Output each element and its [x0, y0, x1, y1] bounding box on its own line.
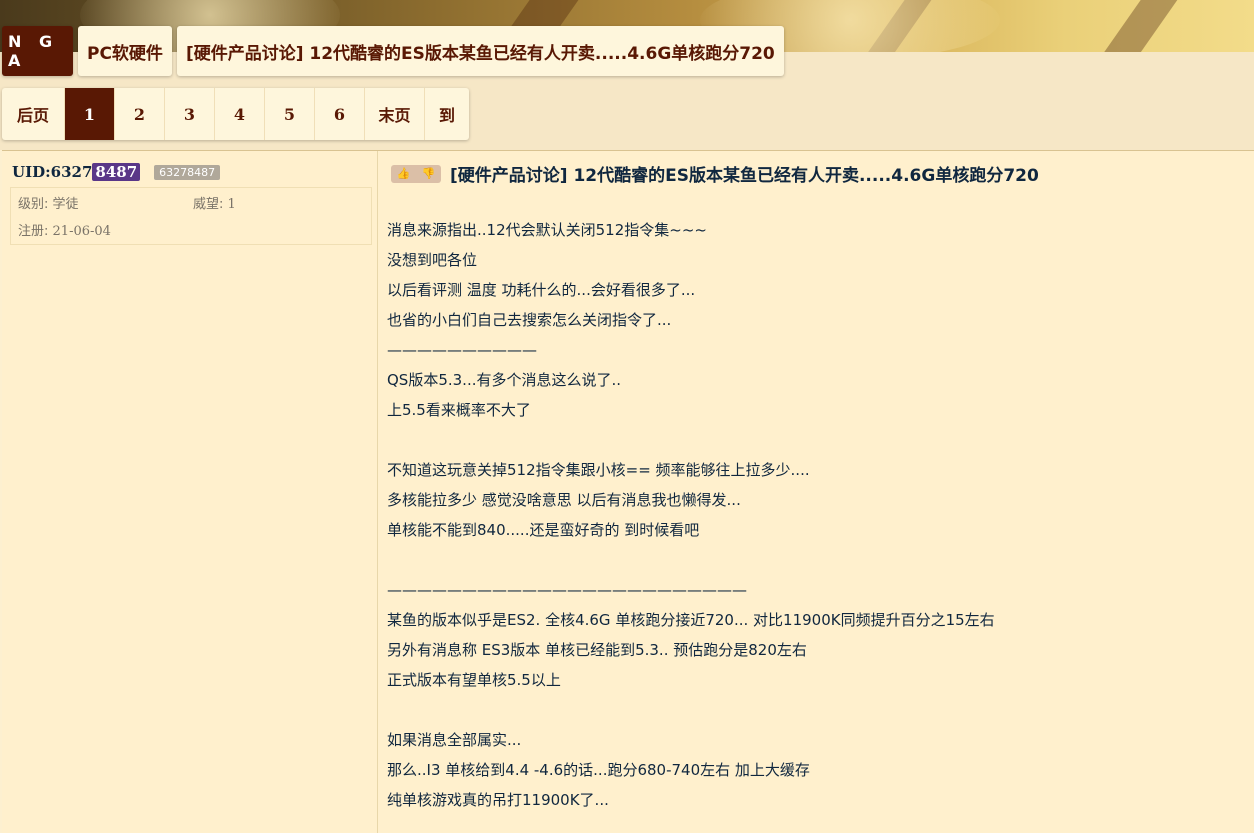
content-line: QS版本5.3...有多个消息这么说了..: [387, 371, 622, 389]
content-line: 纯单核游戏真的吊打11900K了...: [387, 791, 609, 809]
content-line: 以后看评测 温度 功耗什么的...会好看很多了...: [387, 281, 696, 299]
content-line: 多核能拉多少 感觉没啥意思 以后有消息我也懒得发...: [387, 491, 741, 509]
content-line: 正式版本有望单核5.5以上: [387, 671, 561, 689]
pager-page-3[interactable]: 3: [165, 88, 215, 140]
content-line: 另外有消息称 ES3版本 单核已经能到5.3.. 预估跑分是820左右: [387, 641, 807, 659]
pager-page-1[interactable]: 1: [65, 88, 115, 140]
pager-last-button[interactable]: 末页: [365, 88, 425, 140]
content-line: 上5.5看来概率不大了: [387, 401, 531, 419]
vote-buttons: 👍 👎: [391, 164, 441, 183]
pager-page-2[interactable]: 2: [115, 88, 165, 140]
prestige-label: 威望:: [193, 197, 224, 212]
content-line: 单核能不能到840.....还是蛮好奇的 到时候看吧: [387, 521, 700, 539]
user-register-date: 注册: 21-06-04: [18, 220, 111, 239]
pager-page-4[interactable]: 4: [215, 88, 265, 140]
pager-goto-button[interactable]: 到: [425, 88, 469, 140]
uid-badge: 63278487: [154, 164, 221, 180]
content-line: 那么..I3 单核给到4.4 -4.6的话...跑分680-740左右 加上大缓…: [387, 761, 810, 779]
breadcrumb-thread-link[interactable]: [硬件产品讨论] 12代酷睿的ES版本某鱼已经有人开卖.....4.6G单核跑分…: [176, 26, 784, 76]
user-uid[interactable]: UID:6327 8487 63278487: [12, 163, 221, 181]
pager-page-6[interactable]: 6: [315, 88, 365, 140]
user-level: 级别: 学徒: [18, 193, 79, 212]
register-label: 注册:: [18, 224, 49, 239]
level-label: 级别:: [18, 197, 49, 212]
user-stats: 级别: 学徒 威望: 1 注册: 21-06-04: [10, 187, 372, 245]
pager-prev-button[interactable]: 后页: [2, 88, 65, 140]
content-line: 也省的小白们自己去搜索怎么关闭指令了...: [387, 311, 672, 329]
content-line: [387, 545, 1247, 575]
content-line: ————————————————————————: [387, 581, 747, 599]
post: UID:6327 8487 63278487 级别: 学徒 威望: 1 注册: 2…: [2, 150, 1254, 833]
content-line: [387, 695, 1247, 725]
content-line: [387, 425, 1247, 455]
level-value: 学徒: [52, 197, 79, 212]
content-line: 不知道这玩意关掉512指令集跟小核== 频率能够往上拉多少....: [387, 461, 810, 479]
post-title: [硬件产品讨论] 12代酷睿的ES版本某鱼已经有人开卖.....4.6G单核跑分…: [450, 166, 1039, 186]
uid-highlight: 8487: [92, 163, 141, 181]
breadcrumb: N G A PC软硬件 [硬件产品讨论] 12代酷睿的ES版本某鱼已经有人开卖.…: [2, 26, 784, 76]
content-line: ——————————: [387, 341, 537, 359]
breadcrumb-forum-link[interactable]: PC软硬件: [78, 26, 172, 76]
content-line: 某鱼的版本似乎是ES2. 全核4.6G 单核跑分接近720... 对比11900…: [387, 611, 995, 629]
thumbs-down-icon[interactable]: 👎: [422, 167, 436, 180]
content-line: 消息来源指出..12代会默认关闭512指令集~~~: [387, 221, 707, 239]
content-line: 如果消息全部属实...: [387, 731, 522, 749]
uid-prefix: UID:6327: [12, 163, 93, 181]
pager-page-5[interactable]: 5: [265, 88, 315, 140]
post-author-panel: UID:6327 8487 63278487 级别: 学徒 威望: 1 注册: 2…: [2, 151, 378, 833]
register-value: 21-06-04: [52, 224, 111, 239]
post-title-row: 👍 👎 [硬件产品讨论] 12代酷睿的ES版本某鱼已经有人开卖.....4.6G…: [391, 161, 1039, 186]
prestige-value: 1: [227, 197, 236, 212]
pagination: 后页 1 2 3 4 5 6 末页 到: [2, 88, 469, 140]
thumbs-up-icon[interactable]: 👍: [397, 167, 411, 180]
nga-logo-link[interactable]: N G A: [2, 26, 73, 76]
content-line: 没想到吧各位: [387, 251, 478, 269]
post-content: 消息来源指出..12代会默认关闭512指令集~~~ 没想到吧各位 以后看评测 温…: [387, 215, 1247, 815]
user-prestige: 威望: 1: [193, 193, 236, 212]
post-body: 👍 👎 [硬件产品讨论] 12代酷睿的ES版本某鱼已经有人开卖.....4.6G…: [379, 151, 1254, 833]
